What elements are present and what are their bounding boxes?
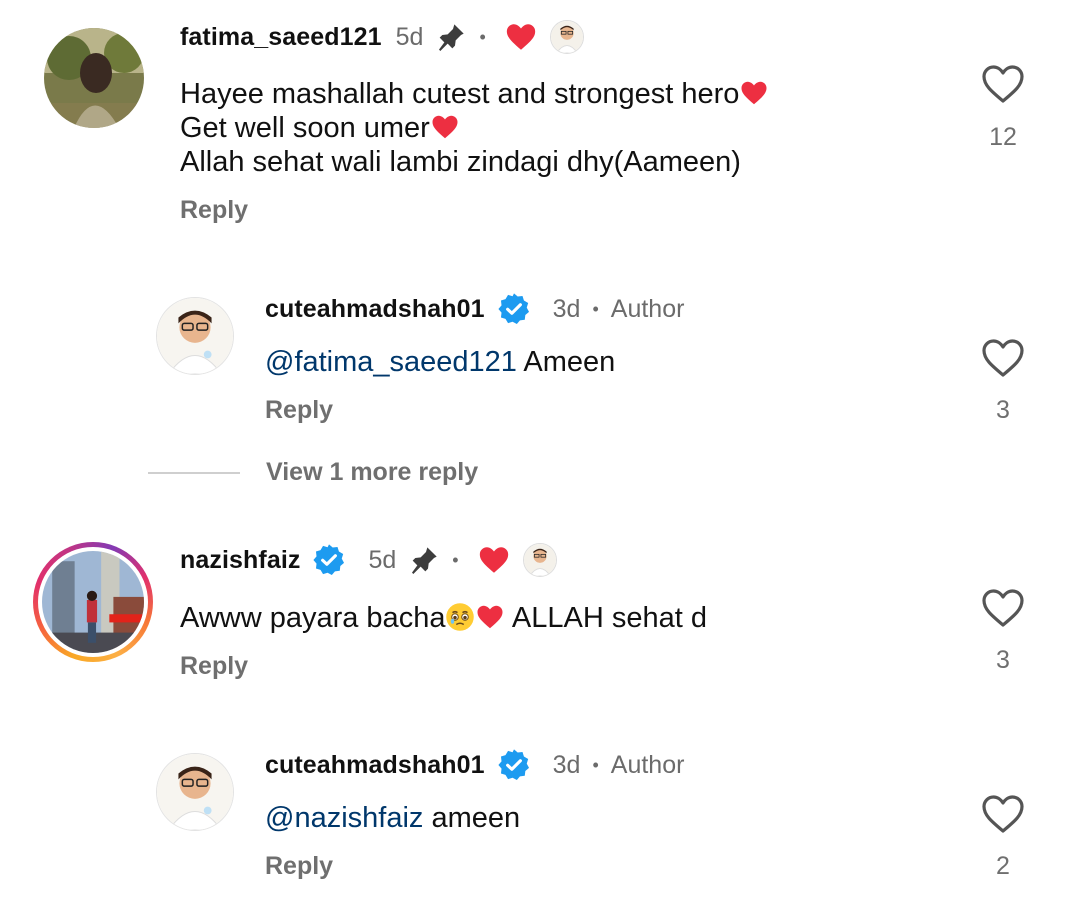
author-badge: Author [610,294,685,323]
avatar-cuteahmadshah[interactable] [156,753,234,831]
verified-badge-icon [313,544,345,576]
heart-outline-icon[interactable] [979,790,1027,838]
mention-link[interactable]: @fatima_saeed121 [265,346,517,378]
separator-dot: • [592,298,599,319]
username[interactable]: nazishfaiz [180,546,300,575]
separator-dot: • [452,549,459,570]
timestamp: 3d [552,750,581,779]
timestamp: 5d [368,545,397,574]
comment-meta: nazishfaiz 5d • [180,540,557,580]
avatar-cuteahmadshah[interactable] [156,297,234,375]
reply-button[interactable]: Reply [180,196,248,225]
red-heart-icon [741,81,767,105]
author-badge: Author [610,750,685,779]
reply-body: ameen [423,802,521,834]
like-count: 3 [996,646,1010,674]
red-heart-icon [479,547,508,573]
reply-meta: cuteahmadshah01 3d • Author [265,745,684,785]
like-count: 3 [996,396,1010,424]
comment-body-end: ALLAH sehat d [505,602,707,634]
reply-button[interactable]: Reply [265,396,333,425]
comment-body-start: Awww payara bacha [180,602,446,634]
comment-line: Get well soon umer [180,112,430,144]
reply-body: Ameen [516,346,616,378]
username[interactable]: cuteahmadshah01 [265,751,485,780]
verified-badge-icon [498,749,529,781]
like-count: 12 [989,123,1017,151]
reply-button[interactable]: Reply [180,652,248,681]
red-heart-icon [506,24,535,50]
separator-dot: • [592,754,599,775]
comment-meta: fatima_saeed121 5d • [180,17,584,57]
username[interactable]: fatima_saeed121 [180,23,382,52]
creator-avatar-icon [522,543,557,577]
creator-avatar-icon [549,20,584,54]
comment-text: Awww payara bacha ALLAH sehat d [180,601,707,635]
like-count: 2 [996,852,1010,880]
reply-text: @fatima_saeed121 Ameen [265,345,615,379]
username[interactable]: cuteahmadshah01 [265,295,485,324]
reply-text: @nazishfaiz ameen [265,801,520,835]
heart-outline-icon[interactable] [979,60,1027,108]
reply-meta: cuteahmadshah01 3d • Author [265,289,684,329]
avatar-fatima[interactable] [44,28,144,128]
red-heart-icon [432,115,458,139]
story-ring-avatar-nazishfaiz[interactable] [33,542,153,662]
separator-dot: • [479,26,486,47]
comment-line: Allah sehat wali lambi zindagi dhy(Aamee… [180,146,741,178]
heart-outline-icon[interactable] [979,584,1027,632]
view-more-label[interactable]: View 1 more reply [266,458,478,487]
timestamp: 5d [395,22,424,51]
avatar-nazishfaiz [42,551,144,653]
verified-badge-icon [498,293,529,325]
pin-icon [439,24,465,51]
timestamp: 3d [552,294,581,323]
crying-face-icon [446,603,475,631]
comment-line: Hayee mashallah cutest and strongest her… [180,78,740,110]
comment-text: Hayee mashallah cutest and strongest her… [180,77,769,179]
heart-outline-icon[interactable] [979,334,1027,382]
mention-link[interactable]: @nazishfaiz [265,802,423,834]
red-heart-icon [477,605,503,629]
view-more-replies[interactable]: View 1 more reply [148,458,478,487]
thread-divider [148,471,240,474]
pin-icon [412,547,437,574]
reply-button[interactable]: Reply [265,852,333,881]
